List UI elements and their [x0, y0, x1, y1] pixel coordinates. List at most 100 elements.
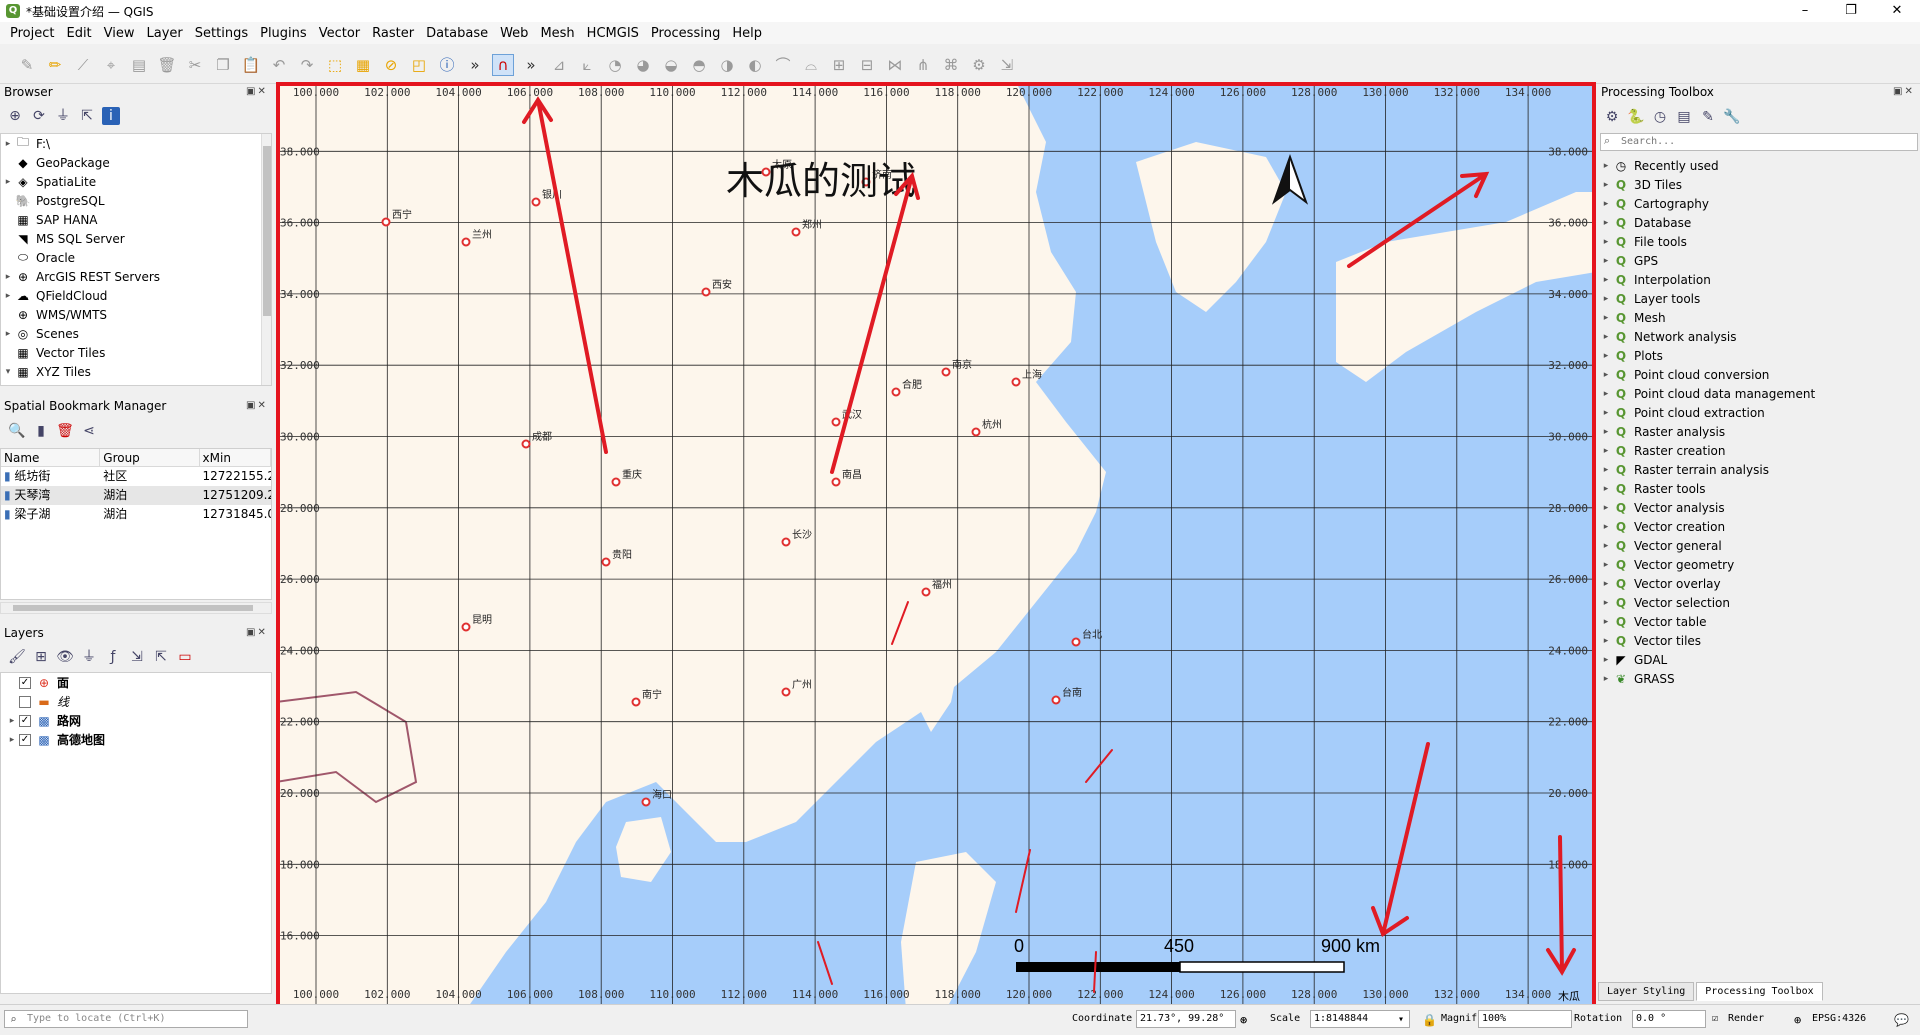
processing-group-item[interactable]: ▸ Q 3D Tiles — [1597, 175, 1917, 194]
processing-group-item[interactable]: ▸ Q Cartography — [1597, 194, 1917, 213]
expand-arrow-icon[interactable]: ▸ — [1, 291, 15, 301]
expand-arrow-icon[interactable]: ▸ — [1599, 256, 1613, 266]
advanced-digitize-icon[interactable]: ◐ — [744, 54, 766, 76]
pencil-icon[interactable]: ✎ — [16, 54, 38, 76]
results-icon[interactable]: ▤ — [1675, 108, 1693, 126]
browser-item[interactable]: ▸ ☁ QFieldCloud — [1, 286, 271, 305]
menu-mesh[interactable]: Mesh — [534, 26, 580, 41]
advanced-digitize-icon[interactable]: ⋔ — [912, 54, 934, 76]
advanced-digitize-icon[interactable]: ⌓ — [800, 54, 822, 76]
tab-processing-toolbox[interactable]: Processing Toolbox — [1696, 982, 1823, 1001]
expand-arrow-icon[interactable]: ▸ — [1599, 465, 1613, 475]
locate-input[interactable]: Type to locate (Ctrl+K) — [4, 1010, 248, 1028]
processing-group-item[interactable]: ▸ ◤ GDAL — [1597, 650, 1917, 669]
advanced-digitize-icon[interactable]: ⚙ — [968, 54, 990, 76]
expand-arrow-icon[interactable]: ▸ — [1, 139, 15, 149]
browser-item[interactable]: ▸ ◈ SpatiaLite — [1, 172, 271, 191]
more-icon[interactable]: » — [464, 54, 486, 76]
edit-features-icon[interactable]: ✎ — [1699, 108, 1717, 126]
menu-raster[interactable]: Raster — [366, 26, 420, 41]
lock-scale-icon[interactable]: 🔒 — [1422, 1013, 1437, 1027]
expand-arrow-icon[interactable]: ▸ — [1599, 503, 1613, 513]
layers-panel-controls[interactable]: ▣✕ — [246, 627, 268, 638]
browser-scroll-thumb[interactable] — [263, 146, 271, 316]
expand-arrow-icon[interactable]: ▸ — [5, 735, 19, 745]
expand-arrow-icon[interactable]: ▸ — [1599, 351, 1613, 361]
expand-arrow-icon[interactable]: ▸ — [1599, 332, 1613, 342]
expand-arrow-icon[interactable]: ▸ — [1599, 180, 1613, 190]
browser-panel-controls[interactable]: ▣✕ — [246, 86, 268, 97]
bookmark-group[interactable]: 湖泊 — [100, 505, 199, 524]
visibility-icon[interactable]: 👁 — [56, 648, 74, 666]
layer-visibility-checkbox[interactable] — [19, 695, 31, 708]
expand-arrow-icon[interactable]: ▸ — [1599, 218, 1613, 228]
collapse-icon[interactable]: ⇱ — [78, 107, 96, 125]
expand-arrow-icon[interactable]: ▸ — [1599, 237, 1613, 247]
processing-group-item[interactable]: ▸ Q Vector geometry — [1597, 555, 1917, 574]
filter-expression-icon[interactable]: ƒ — [104, 648, 122, 666]
save-edits-icon[interactable]: ▤ — [128, 54, 150, 76]
processing-group-item[interactable]: ▸ Q GPS — [1597, 251, 1917, 270]
maximize-button[interactable]: ❐ — [1828, 0, 1874, 22]
table-row[interactable]: ▮ 天琴湾湖泊12751209.27 — [1, 486, 271, 505]
processing-group-item[interactable]: ▸ Q Raster analysis — [1597, 422, 1917, 441]
add-group-icon[interactable]: ⊞ — [32, 648, 50, 666]
collapse-all-icon[interactable]: ⇱ — [152, 648, 170, 666]
bookmark-group[interactable]: 社区 — [100, 467, 199, 486]
advanced-digitize-icon[interactable]: ⊞ — [828, 54, 850, 76]
cut-icon[interactable]: ✂ — [184, 54, 206, 76]
redo-icon[interactable]: ↷ — [296, 54, 318, 76]
processing-group-item[interactable]: ▸ Q File tools — [1597, 232, 1917, 251]
browser-item[interactable]: ⊕ WMS/WMTS — [1, 305, 271, 324]
magnifier-field[interactable]: 100% — [1478, 1010, 1572, 1028]
advanced-digitize-icon[interactable]: ⌘ — [940, 54, 962, 76]
table-row[interactable]: ▮ 梁子湖湖泊12731845.09 — [1, 505, 271, 524]
browser-item[interactable]: ▸ ◎ Scenes — [1, 324, 271, 343]
filter-legend-icon[interactable]: ⏚ — [80, 648, 98, 666]
python-icon[interactable]: 🐍 — [1627, 108, 1645, 126]
bookmark-xmin[interactable]: 12731845.09 — [200, 505, 271, 524]
layer-item[interactable]: ▸ ✓ ▩ 路网 — [1, 711, 271, 730]
expand-arrow-icon[interactable]: ▸ — [1599, 560, 1613, 570]
advanced-digitize-icon[interactable]: ⇲ — [996, 54, 1018, 76]
expand-arrow-icon[interactable]: ▾ — [1, 367, 15, 377]
advanced-digitize-icon[interactable]: ◑ — [716, 54, 738, 76]
rotation-field[interactable]: 0.0 ° — [1632, 1010, 1706, 1028]
share-bookmark-icon[interactable]: ⋖ — [80, 422, 98, 440]
processing-panel-controls[interactable]: ▣✕ — [1893, 86, 1915, 97]
processing-search-input[interactable]: Search... — [1600, 133, 1918, 151]
processing-group-item[interactable]: ▸ Q Database — [1597, 213, 1917, 232]
more-icon[interactable]: » — [520, 54, 542, 76]
browser-item[interactable]: ▸ 🗀 F:\ — [1, 134, 271, 153]
crs-button[interactable]: EPSG:4326 — [1812, 1013, 1866, 1024]
bookmarks-panel-controls[interactable]: ▣✕ — [246, 400, 268, 411]
advanced-digitize-icon[interactable]: ◔ — [604, 54, 626, 76]
expand-arrow-icon[interactable]: ▸ — [1599, 427, 1613, 437]
delete-icon[interactable]: 🗑 — [156, 54, 178, 76]
scale-field[interactable]: 1:8148844 — [1310, 1010, 1410, 1028]
advanced-digitize-icon[interactable]: ◓ — [688, 54, 710, 76]
options-icon[interactable]: 🔧 — [1723, 108, 1741, 126]
browser-item[interactable]: 🐘 PostgreSQL — [1, 191, 271, 210]
menu-processing[interactable]: Processing — [645, 26, 726, 41]
processing-group-item[interactable]: ▸ Q Raster tools — [1597, 479, 1917, 498]
tab-layer-styling[interactable]: Layer Styling — [1598, 982, 1695, 1001]
minimize-button[interactable]: – — [1782, 0, 1828, 22]
processing-group-item[interactable]: ▸ ◷ Recently used — [1597, 156, 1917, 175]
processing-group-item[interactable]: ▸ Q Vector overlay — [1597, 574, 1917, 593]
expand-arrow-icon[interactable]: ▸ — [1599, 598, 1613, 608]
bookmarks-hscroll-thumb[interactable] — [13, 605, 253, 611]
menu-vector[interactable]: Vector — [313, 26, 366, 41]
layer-item[interactable]: ▬ 线 — [1, 692, 271, 711]
expand-arrow-icon[interactable]: ▸ — [1599, 370, 1613, 380]
advanced-digitize-icon[interactable]: ⋈ — [884, 54, 906, 76]
models-icon[interactable]: ⚙ — [1603, 108, 1621, 126]
processing-group-item[interactable]: ▸ Q Network analysis — [1597, 327, 1917, 346]
delete-bookmark-icon[interactable]: 🗑 — [56, 422, 74, 440]
bookmark-name[interactable]: ▮ 纸坊街 — [1, 467, 100, 486]
processing-group-item[interactable]: ▸ Q Interpolation — [1597, 270, 1917, 289]
copy-icon[interactable]: ❐ — [212, 54, 234, 76]
bookmarks-hscrollbar[interactable] — [0, 602, 272, 614]
processing-group-item[interactable]: ▸ Q Mesh — [1597, 308, 1917, 327]
identify-icon[interactable]: ⓘ — [436, 54, 458, 76]
